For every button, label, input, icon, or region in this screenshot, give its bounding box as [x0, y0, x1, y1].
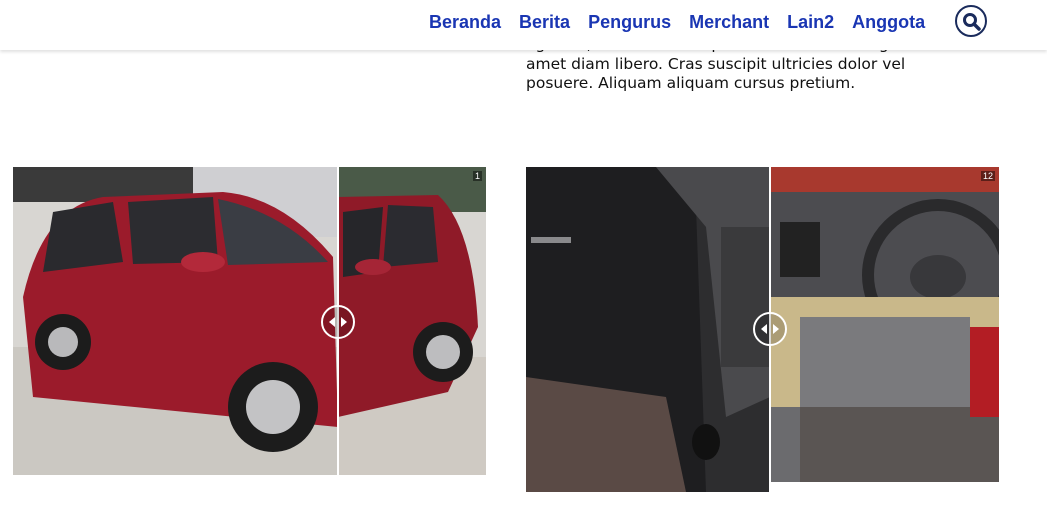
image-count-badge: 1	[473, 171, 483, 181]
nav-berita[interactable]: Berita	[519, 10, 570, 34]
compare-handle[interactable]	[753, 312, 787, 346]
image-count-badge: 12	[981, 171, 996, 181]
article-line: posuere. Aliquam aliquam cursus pretium.	[526, 74, 856, 92]
search-icon	[963, 13, 981, 31]
nav-merchant[interactable]: Merchant	[689, 10, 769, 34]
nav-anggota[interactable]: Anggota	[852, 10, 925, 34]
site-header: Beranda Berita Pengurus Merchant Lain2 A…	[0, 0, 1047, 50]
interior-compare-slider[interactable]: 12	[526, 167, 999, 492]
exterior-after-image	[338, 167, 486, 475]
exterior-compare-slider[interactable]: 1	[13, 167, 486, 475]
nav-beranda[interactable]: Beranda	[429, 10, 501, 34]
interior-after-image	[770, 167, 999, 482]
search-button[interactable]	[955, 5, 987, 37]
left-right-arrows-icon	[329, 317, 347, 327]
nav-pengurus[interactable]: Pengurus	[588, 10, 671, 34]
left-right-arrows-icon	[761, 324, 779, 334]
compare-handle[interactable]	[321, 305, 355, 339]
main-nav: Beranda Berita Pengurus Merchant Lain2 A…	[420, 10, 934, 34]
article-line: amet diam libero. Cras suscipit ultricie…	[526, 54, 906, 73]
nav-lain2[interactable]: Lain2	[787, 10, 834, 34]
interior-before-image	[526, 167, 770, 492]
exterior-before-image	[13, 167, 338, 475]
